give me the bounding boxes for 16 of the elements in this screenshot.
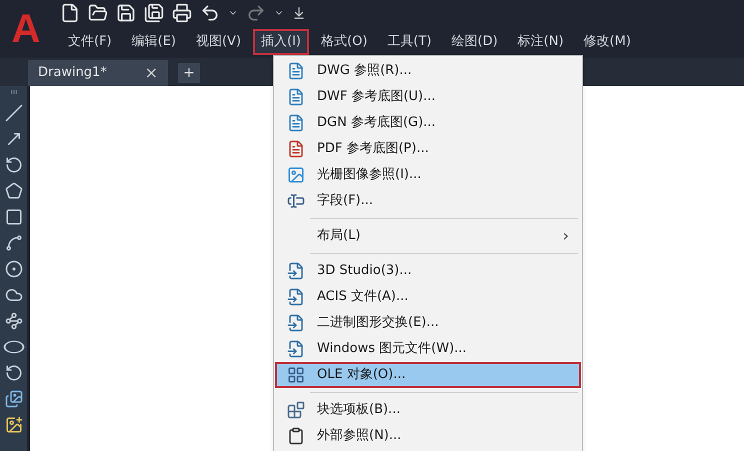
menu-item-label: 3D Studio(3)... xyxy=(317,262,413,280)
menu-item-label: 布局(L) xyxy=(317,227,362,246)
menu-item-label: DGN 参考底图(G)... xyxy=(317,114,437,132)
menu-item-label: ACIS 文件(A)... xyxy=(317,288,410,306)
menu-item-label: DWF 参考底图(U)... xyxy=(317,88,437,106)
menu-item-label: 外部参照(N)... xyxy=(317,427,402,446)
menu-item-label: 块选项板(B)... xyxy=(317,401,402,420)
menu-item-label: 二进制图形交换(E)... xyxy=(317,314,440,332)
menu-item-label: 光栅图像参照(I)... xyxy=(317,166,422,184)
menu-item-label: 字段(F)... xyxy=(317,192,374,210)
menu-item-label: PDF 参考底图(P)... xyxy=(317,140,430,158)
menu-item-label: DWG 参照(R)... xyxy=(317,62,413,80)
menu-item-label: Windows 图元文件(W)... xyxy=(317,340,468,358)
submenu-arrow: › xyxy=(562,225,569,247)
tab-title: Drawing1* xyxy=(38,64,107,82)
menu-item-label: OLE 对象(O)... xyxy=(317,366,407,384)
